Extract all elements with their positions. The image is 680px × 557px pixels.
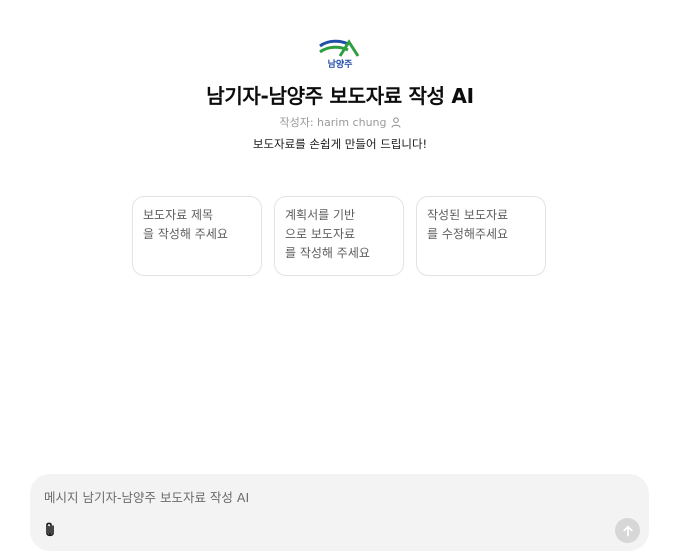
- logo-text: 남양주: [328, 58, 353, 70]
- gpt-start-page: 남양주 남기자-남양주 보도자료 작성 AI 작성자: harim chung …: [0, 0, 680, 557]
- message-input[interactable]: 메시지 남기자-남양주 보도자료 작성 AI: [44, 487, 249, 506]
- starter-line: 작성된 보도자료: [427, 208, 509, 222]
- arrow-up-icon[interactable]: [615, 518, 640, 543]
- starter-card-plan[interactable]: 계획서를 기반 으로 보도자료 를 작성해 주세요: [274, 196, 404, 276]
- gpt-title: 남기자-남양주 보도자료 작성 AI: [206, 84, 474, 108]
- author-line: 작성자: harim chung: [0, 114, 680, 130]
- starter-line: 를 작성해 주세요: [285, 246, 370, 260]
- gpt-description: 보도자료를 손쉽게 만들어 드립니다!: [252, 137, 428, 151]
- starter-card-title[interactable]: 보도자료 제목 을 작성해 주세요: [132, 196, 262, 276]
- starter-line: 계획서를 기반: [285, 208, 356, 222]
- conversation-starters: 보도자료 제목 을 작성해 주세요 계획서를 기반 으로 보도자료 를 작성해 …: [132, 196, 546, 276]
- starter-line: 으로 보도자료: [285, 227, 356, 241]
- author-text: 작성자: harim chung: [279, 116, 387, 129]
- message-composer[interactable]: 메시지 남기자-남양주 보도자료 작성 AI: [30, 474, 649, 551]
- paperclip-icon[interactable]: [40, 519, 60, 541]
- person-icon[interactable]: [391, 116, 401, 128]
- starter-line: 보도자료 제목: [143, 208, 214, 222]
- starter-card-edit[interactable]: 작성된 보도자료 를 수정해주세요: [416, 196, 546, 276]
- starter-line: 를 수정해주세요: [427, 227, 509, 241]
- namyangju-logo: 남양주: [318, 36, 362, 70]
- starter-line: 을 작성해 주세요: [143, 227, 228, 241]
